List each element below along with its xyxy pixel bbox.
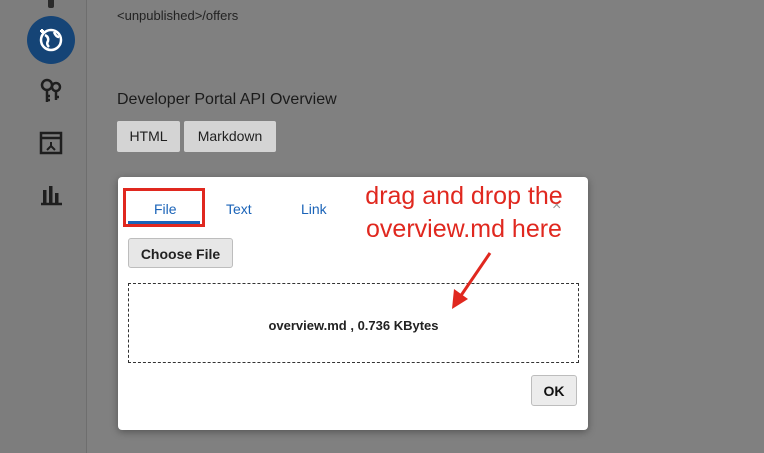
- drop-zone[interactable]: overview.md , 0.736 KBytes: [128, 283, 579, 363]
- keys-icon[interactable]: [36, 76, 66, 106]
- sidebar: [0, 0, 87, 453]
- section-title: Developer Portal API Overview: [117, 91, 337, 108]
- deployment-icon[interactable]: [36, 128, 66, 158]
- partial-icon[interactable]: [36, 0, 66, 14]
- highlight-box: [123, 188, 205, 227]
- popup-tab-text[interactable]: Text: [226, 201, 252, 217]
- popup-tab-link[interactable]: Link: [301, 201, 327, 217]
- annotation-line-1: drag and drop the: [365, 182, 563, 210]
- tab-html[interactable]: HTML: [117, 121, 180, 152]
- analytics-icon[interactable]: [36, 180, 66, 210]
- annotation-line-2: overview.md here: [366, 215, 562, 243]
- globe-api-icon: [36, 25, 66, 55]
- ok-button[interactable]: OK: [531, 375, 577, 406]
- annotation-text: drag and drop the overview.md here: [344, 180, 584, 246]
- tab-markdown[interactable]: Markdown: [184, 121, 276, 152]
- choose-file-button[interactable]: Choose File: [128, 238, 233, 268]
- file-info: overview.md , 0.736 KBytes: [268, 318, 439, 333]
- api-path: <unpublished>/offers: [117, 8, 239, 23]
- annotation-arrow-icon: [452, 252, 492, 309]
